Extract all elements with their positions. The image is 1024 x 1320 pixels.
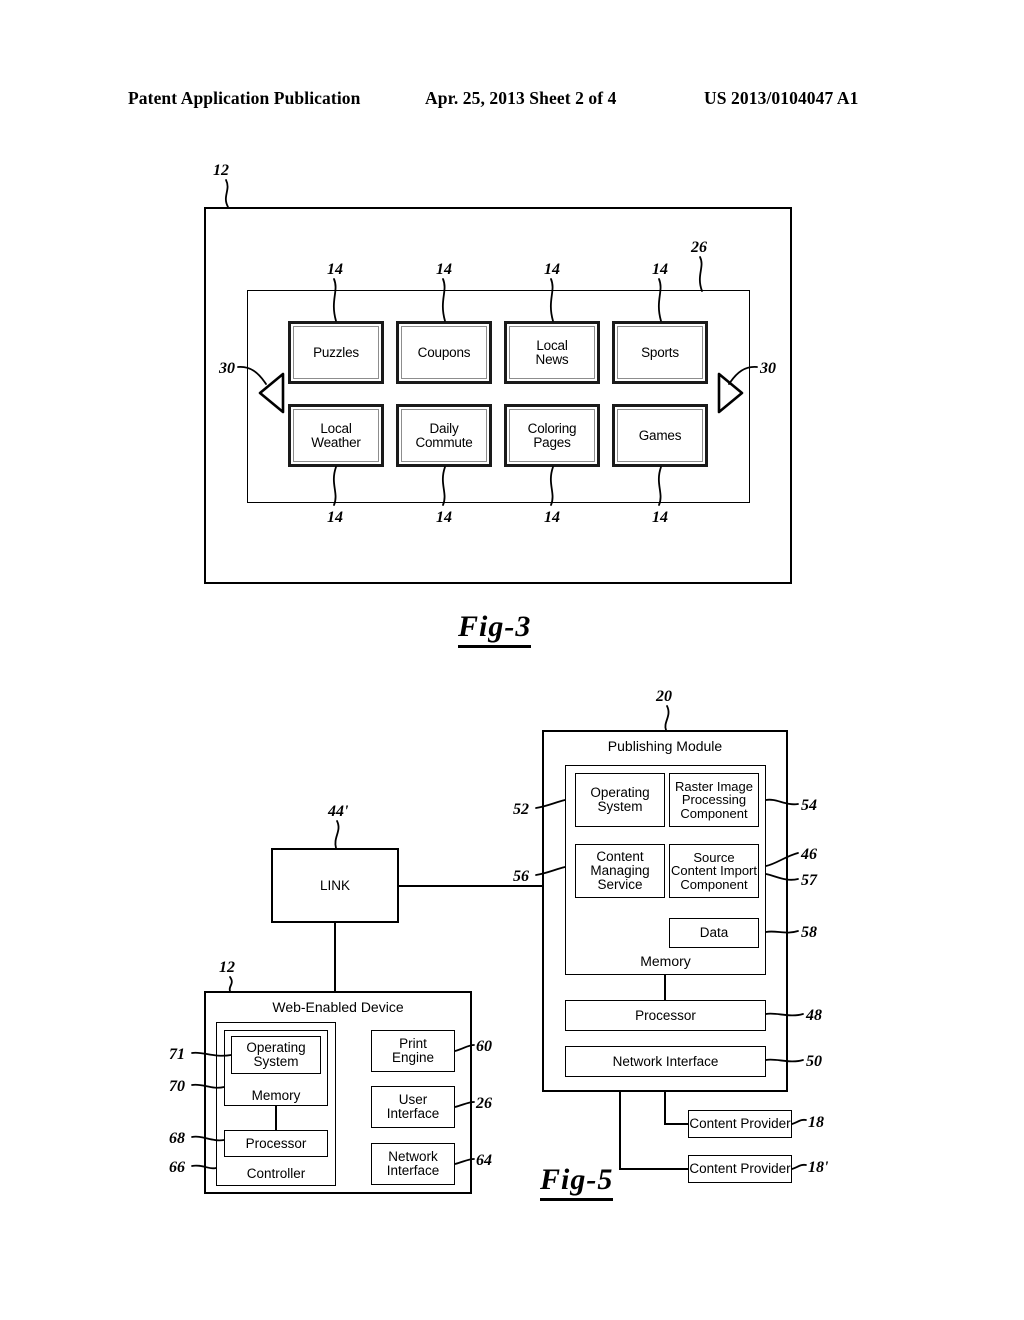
ref-14-bottom-3: 14 — [544, 509, 560, 526]
ref-44-prime: 44' — [328, 803, 349, 820]
tile-sports[interactable]: Sports — [612, 321, 708, 384]
pm-operating-system-block: Operating System — [575, 773, 665, 827]
leader-lines-overlay — [191, 179, 807, 1170]
ref-58: 58 — [801, 924, 817, 941]
ref-14-top-3: 14 — [544, 261, 560, 278]
publishing-memory-label: Memory — [640, 953, 691, 969]
ref-52: 52 — [513, 801, 529, 818]
ref-14-top-4: 14 — [652, 261, 668, 278]
ref-48: 48 — [806, 1007, 822, 1024]
ref-30-left: 30 — [219, 360, 235, 377]
link-block: LINK — [271, 848, 399, 923]
figure-5-label: Fig-5 — [540, 1163, 614, 1201]
ref-14-bottom-1: 14 — [327, 509, 343, 526]
pm-source-import-block: Source Content Import Component — [669, 844, 759, 898]
tile-coupons-label: Coupons — [401, 326, 487, 379]
wed-processor-block: Processor — [224, 1130, 328, 1157]
header-publication: Patent Application Publication — [128, 88, 361, 108]
network-interface-block: Network Interface — [371, 1143, 455, 1185]
print-engine-block: Print Engine — [371, 1030, 455, 1072]
wed-operating-system-block: Operating System — [231, 1036, 321, 1074]
tile-puzzles[interactable]: Puzzles — [288, 321, 384, 384]
ref-18: 18 — [808, 1114, 824, 1131]
ref-14-top-1: 14 — [327, 261, 343, 278]
content-provider-block-2: Content Provider — [688, 1155, 792, 1183]
pm-data-block: Data — [669, 918, 759, 948]
ref-50: 50 — [806, 1053, 822, 1070]
page-header: Patent Application Publication Apr. 25, … — [0, 88, 1024, 112]
header-patent-number: US 2013/0104047 A1 — [704, 88, 859, 108]
patent-drawing-page: Patent Application Publication Apr. 25, … — [0, 0, 1024, 1320]
ref-57: 57 — [801, 872, 817, 889]
ref-70: 70 — [169, 1078, 185, 1095]
ref-46: 46 — [801, 846, 817, 863]
tile-coloring-pages-label: Coloring Pages — [509, 409, 595, 462]
tile-local-weather-label: Local Weather — [293, 409, 379, 462]
user-interface-block: User Interface — [371, 1086, 455, 1128]
ref-60: 60 — [476, 1038, 492, 1055]
controller-label: Controller — [246, 1166, 306, 1181]
ref-26-fig5: 26 — [476, 1095, 492, 1112]
ref-56: 56 — [513, 868, 529, 885]
ref-14-bottom-2: 14 — [436, 509, 452, 526]
ref-26-fig3: 26 — [691, 239, 707, 256]
tile-local-weather[interactable]: Local Weather — [288, 404, 384, 467]
tile-sports-label: Sports — [617, 326, 703, 379]
web-enabled-device-title: Web-Enabled Device — [272, 999, 404, 1015]
ref-20: 20 — [656, 688, 672, 705]
header-date-sheet: Apr. 25, 2013 Sheet 2 of 4 — [425, 88, 617, 108]
publishing-module-title: Publishing Module — [607, 738, 723, 754]
tile-coupons[interactable]: Coupons — [396, 321, 492, 384]
ref-54: 54 — [801, 797, 817, 814]
pm-network-interface-block: Network Interface — [565, 1046, 766, 1077]
ref-71: 71 — [169, 1046, 185, 1063]
ref-68: 68 — [169, 1130, 185, 1147]
ref-14-top-2: 14 — [436, 261, 452, 278]
ref-12-fig3: 12 — [213, 162, 229, 179]
ref-18-prime: 18' — [808, 1159, 829, 1176]
wed-memory-label: Memory — [251, 1088, 301, 1103]
tile-games-label: Games — [617, 409, 703, 462]
tile-local-news-label: Local News — [509, 326, 595, 379]
tile-puzzles-label: Puzzles — [293, 326, 379, 379]
pm-processor-block: Processor — [565, 1000, 766, 1031]
tile-local-news[interactable]: Local News — [504, 321, 600, 384]
tile-coloring-pages[interactable]: Coloring Pages — [504, 404, 600, 467]
figure-3-label: Fig-3 — [458, 610, 532, 648]
pm-content-managing-block: Content Managing Service — [575, 844, 665, 898]
ref-64: 64 — [476, 1152, 492, 1169]
content-provider-block-1: Content Provider — [688, 1110, 792, 1138]
ref-30-right: 30 — [760, 360, 776, 377]
ref-66: 66 — [169, 1159, 185, 1176]
tile-daily-commute[interactable]: Daily Commute — [396, 404, 492, 467]
ref-14-bottom-4: 14 — [652, 509, 668, 526]
pm-raster-image-block: Raster Image Processing Component — [669, 773, 759, 827]
tile-games[interactable]: Games — [612, 404, 708, 467]
ref-12-fig5: 12 — [219, 959, 235, 976]
tile-daily-commute-label: Daily Commute — [401, 409, 487, 462]
